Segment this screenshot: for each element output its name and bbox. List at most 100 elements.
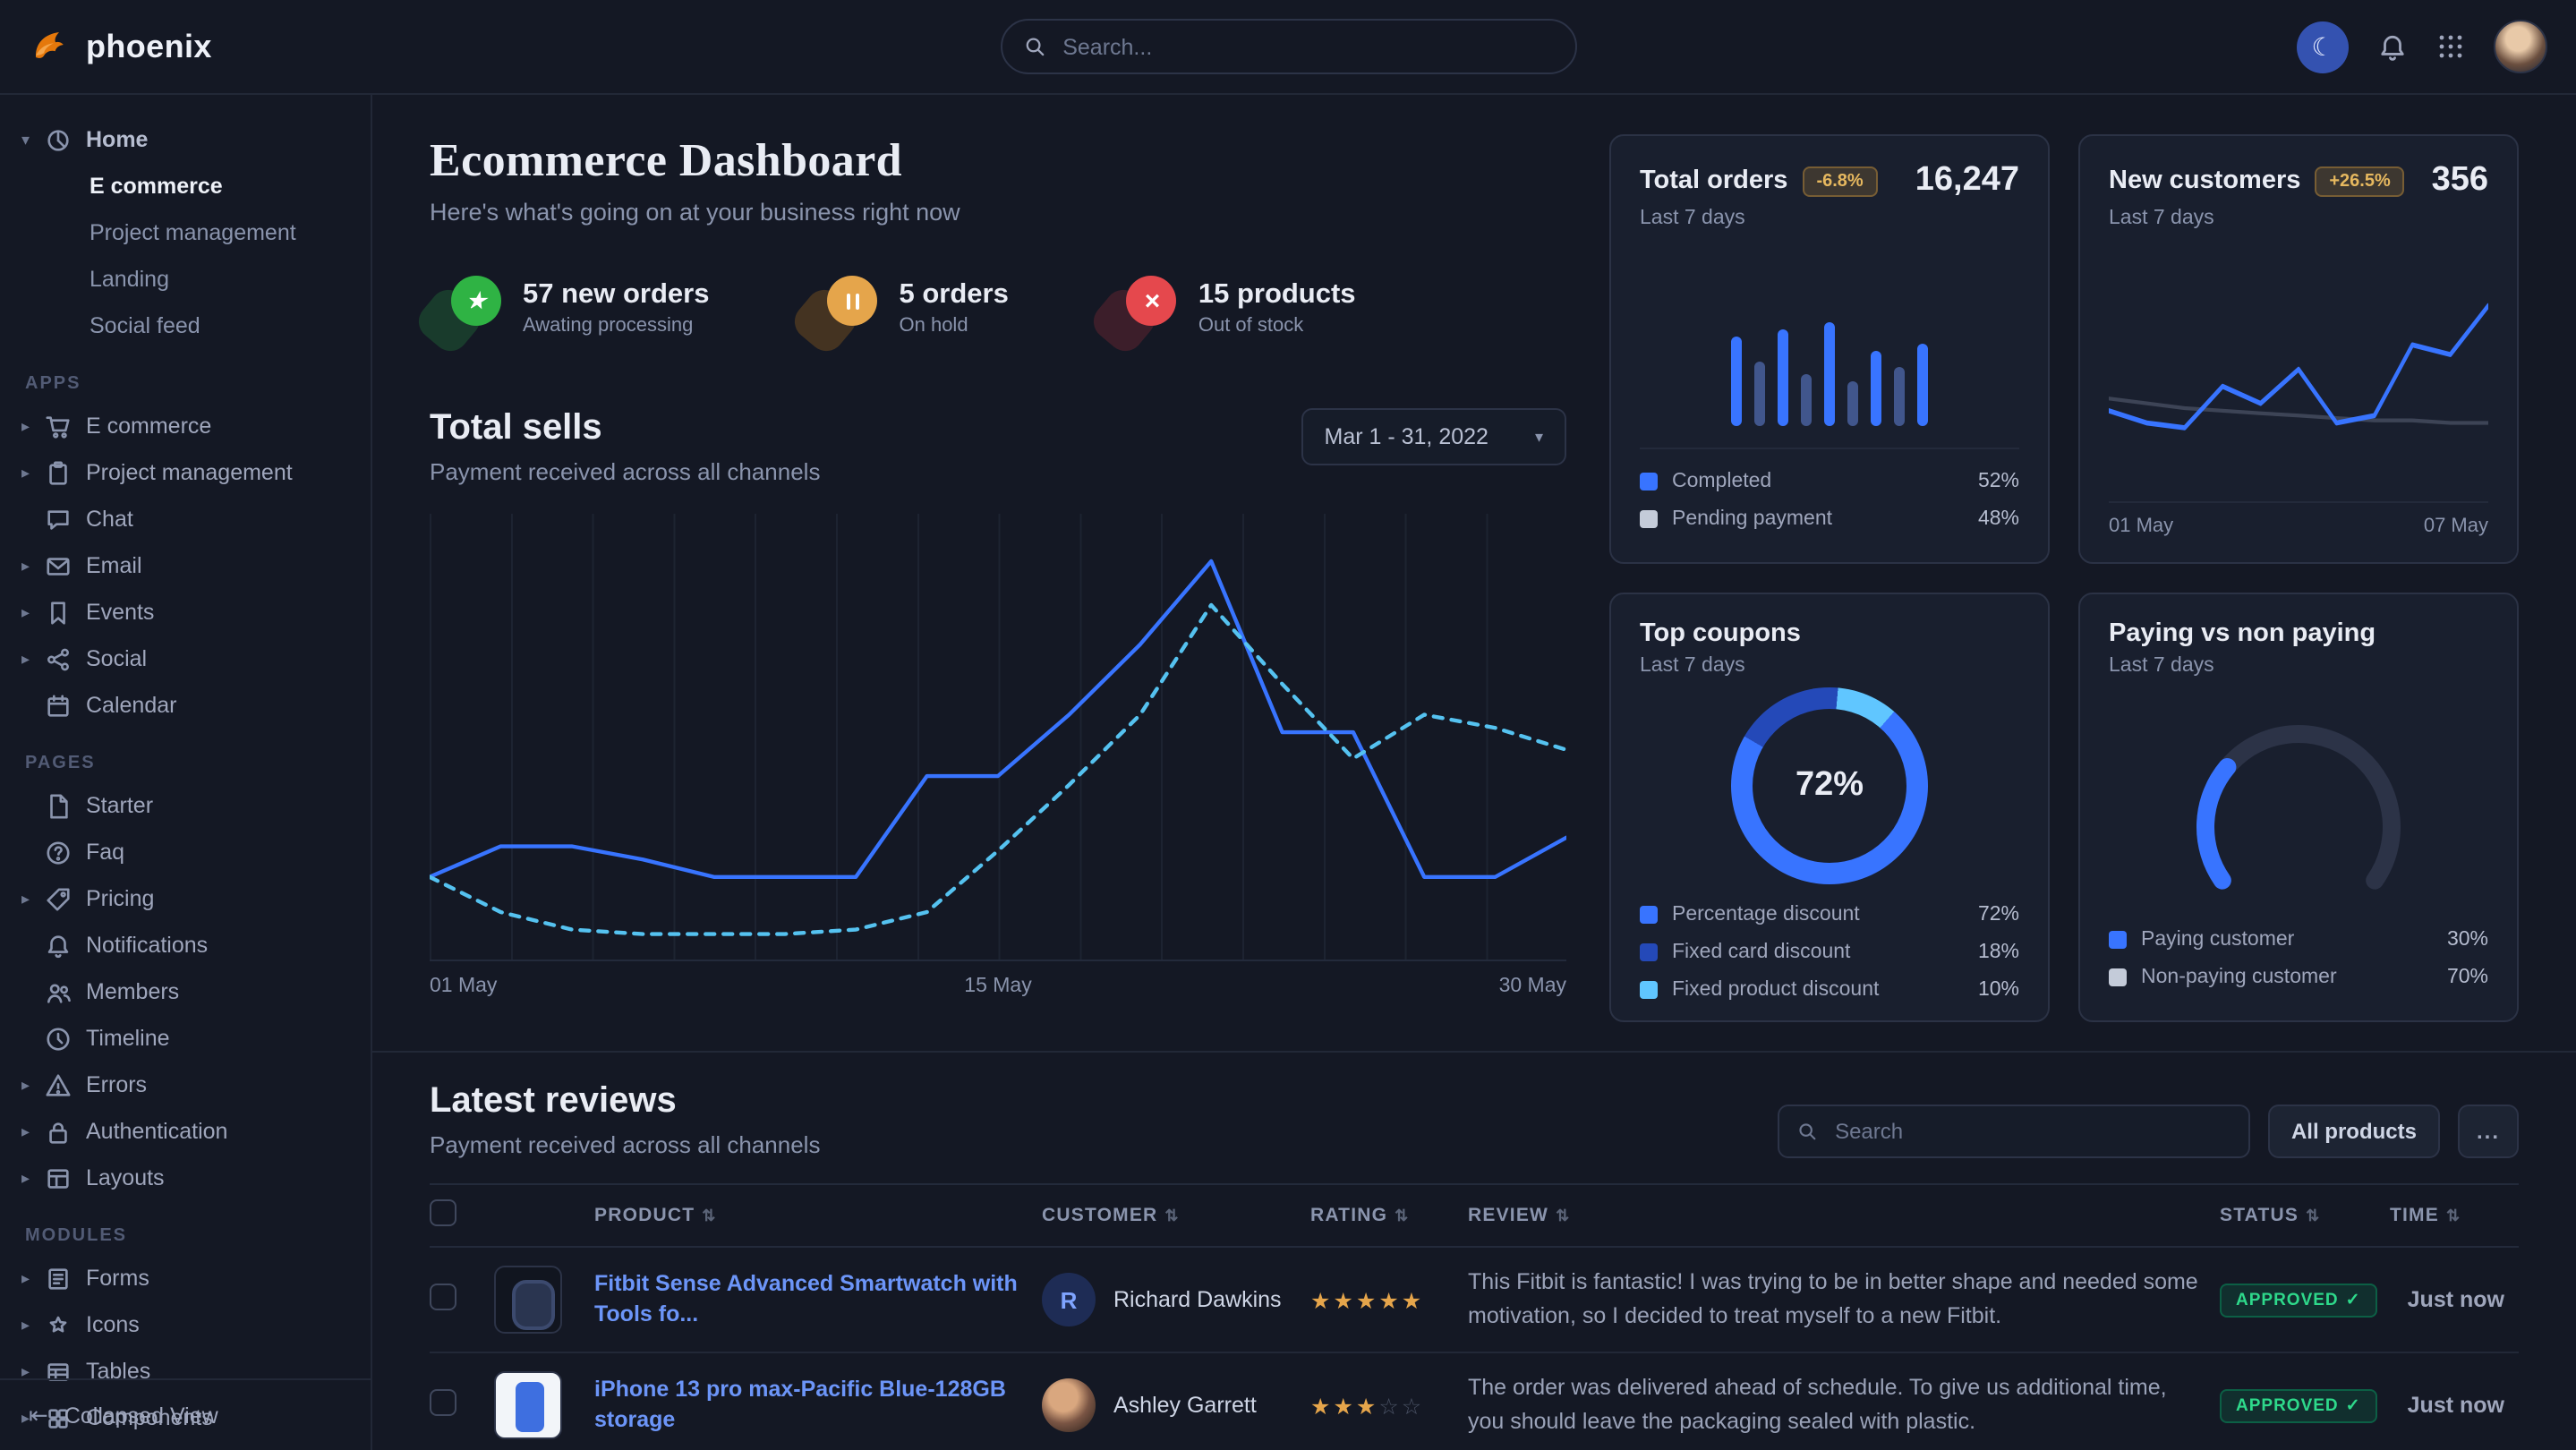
warning-icon <box>45 1071 72 1098</box>
product-thumbnail[interactable] <box>494 1371 562 1439</box>
star-icon: ★ <box>451 276 501 326</box>
sidebar-item-home[interactable]: ▾ Home <box>0 116 371 163</box>
stat-out-of-stock: × 15 productsOut of stock <box>1105 272 1356 344</box>
caret-right-icon[interactable]: ▸ <box>21 416 45 436</box>
legend-item: Completed 52% <box>1640 462 2019 499</box>
column-header-time[interactable]: TIME⇅ <box>2390 1184 2519 1247</box>
sidebar-item-chat[interactable]: Chat <box>0 496 371 542</box>
customer-name: Ashley Garrett <box>1113 1393 1257 1418</box>
legend-item: Pending payment 48% <box>1640 499 2019 537</box>
caret-down-icon[interactable]: ▾ <box>21 130 45 149</box>
caret-right-icon[interactable]: ▸ <box>21 1122 45 1141</box>
apps-grid-icon[interactable] <box>2436 32 2465 61</box>
total-orders-card: Total orders -6.8% 16,247 Last 7 days Co… <box>1609 134 2050 564</box>
caret-right-icon[interactable]: ▸ <box>21 1315 45 1335</box>
row-checkbox[interactable] <box>430 1389 456 1416</box>
date-range-value: Mar 1 - 31, 2022 <box>1325 424 1488 449</box>
customer-avatar <box>1042 1378 1096 1432</box>
moon-icon: ☾ <box>2311 31 2333 62</box>
review-time: Just now <box>2390 1247 2519 1352</box>
select-all-checkbox[interactable] <box>430 1199 456 1226</box>
column-header-rating[interactable]: RATING⇅ <box>1310 1184 1468 1247</box>
status-badge: APPROVED✓ <box>2220 1283 2377 1317</box>
sidebar-item-label: Email <box>86 553 142 578</box>
caret-right-icon[interactable]: ▸ <box>21 556 45 576</box>
app-window: phoenix ☾ ▾ Home E commerce Project mana… <box>0 0 2576 1450</box>
sidebar-item-email[interactable]: ▸ Email <box>0 542 371 589</box>
caret-right-icon[interactable]: ▸ <box>21 1168 45 1188</box>
column-header-product[interactable]: PRODUCT⇅ <box>594 1184 1042 1247</box>
total-sells-subtitle: Payment received across all channels <box>430 458 820 485</box>
reviews-search[interactable] <box>1778 1105 2250 1158</box>
all-products-button[interactable]: All products <box>2268 1105 2440 1158</box>
caret-right-icon[interactable]: ▸ <box>21 1075 45 1095</box>
caret-right-icon[interactable]: ▸ <box>21 889 45 908</box>
sidebar-item-events[interactable]: ▸ Events <box>0 589 371 635</box>
product-link[interactable]: Fitbit Sense Advanced Smartwatch with To… <box>594 1269 1028 1330</box>
sidebar-item-layouts[interactable]: ▸ Layouts <box>0 1155 371 1201</box>
legend-swatch <box>1640 472 1658 490</box>
caret-right-icon[interactable]: ▸ <box>21 602 45 622</box>
calendar-icon <box>45 692 72 719</box>
product-thumbnail[interactable] <box>494 1266 562 1334</box>
row-checkbox[interactable] <box>430 1284 456 1310</box>
sidebar-item-authentication[interactable]: ▸ Authentication <box>0 1108 371 1155</box>
sidebar-item-label: Forms <box>86 1266 149 1291</box>
user-avatar[interactable] <box>2494 20 2547 73</box>
sidebar-item-social[interactable]: ▸ Social <box>0 635 371 682</box>
sidebar-item-notifications[interactable]: Notifications <box>0 922 371 968</box>
sidebar-item-label: Pricing <box>86 886 154 911</box>
date-range-select[interactable]: Mar 1 - 31, 2022 ▾ <box>1301 408 1567 465</box>
global-search[interactable] <box>1000 19 1576 74</box>
sidebar-item-icons[interactable]: ▸ Icons <box>0 1301 371 1348</box>
column-header-customer[interactable]: CUSTOMER⇅ <box>1042 1184 1310 1247</box>
clipboard-icon <box>45 459 72 486</box>
sidebar-item-errors[interactable]: ▸ Errors <box>0 1062 371 1108</box>
legend-item: Percentage discount 72% <box>1640 895 2019 933</box>
sidebar-item-social-feed[interactable]: Social feed <box>0 303 371 349</box>
legend-item: Fixed card discount 18% <box>1640 933 2019 970</box>
caret-right-icon[interactable]: ▸ <box>21 463 45 482</box>
rating-stars: ★★★★★ <box>1310 1288 1424 1313</box>
sidebar-item-landing[interactable]: Landing <box>0 256 371 303</box>
card-period: Last 7 days <box>1640 655 2019 677</box>
reviews-search-input[interactable] <box>1831 1117 2231 1146</box>
x-tick: 30 May <box>1499 976 1566 997</box>
legend-swatch <box>2109 968 2127 985</box>
sidebar-item-timeline[interactable]: Timeline <box>0 1015 371 1062</box>
sidebar-item-faq[interactable]: Faq <box>0 829 371 875</box>
card-period: Last 7 days <box>1640 208 2019 229</box>
sidebar-item-forms[interactable]: ▸ Forms <box>0 1255 371 1301</box>
total-sells-x-axis: 01 May 15 May 30 May <box>430 976 1566 997</box>
sidebar-item-ecommerce-app[interactable]: ▸ E commerce <box>0 403 371 449</box>
coupons-donut-chart: 72% <box>1731 687 1928 884</box>
star-outline-icon <box>45 1311 72 1338</box>
search-icon <box>1797 1121 1817 1142</box>
sidebar-item-calendar[interactable]: Calendar <box>0 682 371 729</box>
more-actions-button[interactable]: ... <box>2458 1105 2519 1158</box>
sidebar-item-project-management-app[interactable]: ▸ Project management <box>0 449 371 496</box>
sidebar-item-members[interactable]: Members <box>0 968 371 1015</box>
dark-mode-toggle[interactable]: ☾ <box>2297 21 2349 72</box>
sidebar-item-starter[interactable]: Starter <box>0 782 371 829</box>
sidebar-item-ecommerce-dashboard[interactable]: E commerce <box>0 163 371 209</box>
caret-right-icon[interactable]: ▸ <box>21 649 45 669</box>
sidebar-section-apps: APPS <box>25 374 371 394</box>
trend-badge: -6.8% <box>1802 166 1877 196</box>
column-header-status[interactable]: STATUS⇅ <box>2220 1184 2390 1247</box>
reviews-title: Latest reviews <box>430 1081 820 1122</box>
bell-icon[interactable] <box>2377 31 2408 62</box>
sidebar-item-label: Starter <box>86 793 153 818</box>
sidebar-item-project-management-dashboard[interactable]: Project management <box>0 209 371 256</box>
caret-right-icon[interactable]: ▸ <box>21 1268 45 1288</box>
search-input[interactable] <box>1059 32 1553 61</box>
brand[interactable]: phoenix <box>29 25 212 68</box>
sort-icon: ⇅ <box>702 1207 716 1224</box>
stat-value: 15 products <box>1198 279 1356 311</box>
stat-caption: On hold <box>900 315 1009 337</box>
collapse-icon: ⇤ <box>29 1401 48 1429</box>
column-header-review[interactable]: REVIEW⇅ <box>1468 1184 2220 1247</box>
collapse-sidebar-button[interactable]: ⇤ Collapsed View <box>0 1378 371 1450</box>
product-link[interactable]: iPhone 13 pro max-Pacific Blue-128GB sto… <box>594 1375 1028 1436</box>
sidebar-item-pricing[interactable]: ▸ Pricing <box>0 875 371 922</box>
